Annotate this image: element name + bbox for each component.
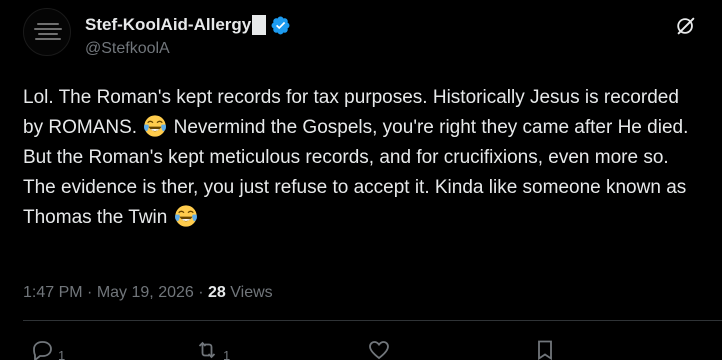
tweet-paragraph-1: Lol. The Roman's kept records for tax pu… xyxy=(23,83,703,173)
bookmark-icon xyxy=(538,340,552,360)
avatar[interactable] xyxy=(23,8,71,56)
repost-button[interactable]: 1 xyxy=(195,338,230,360)
views-count: 28 xyxy=(208,284,226,301)
heart-icon xyxy=(369,341,389,360)
reply-count: 1 xyxy=(58,348,66,360)
author-handle[interactable]: @StefkoolA xyxy=(85,40,170,58)
tweet-detail: Stef-KoolAid-Allergy @StefkoolA Lol. The… xyxy=(0,0,722,360)
tweet-time[interactable]: 1:47 PM xyxy=(23,284,83,301)
tweet-paragraph-2: The evidence is ther, you just refuse to… xyxy=(23,173,703,233)
avatar-scribble xyxy=(38,33,58,35)
face-with-tears-of-joy-icon xyxy=(144,115,167,137)
grok-icon[interactable] xyxy=(675,15,697,37)
views-label: Views xyxy=(230,284,273,301)
author-name-row: Stef-KoolAid-Allergy xyxy=(85,14,291,36)
reply-button[interactable]: 1 xyxy=(30,338,65,360)
divider xyxy=(23,320,722,321)
face-with-tears-of-joy-icon xyxy=(174,205,197,227)
tweet-text: Lol. The Roman's kept records for tax pu… xyxy=(23,83,703,233)
meta-separator: · xyxy=(87,284,93,301)
meta-separator: · xyxy=(198,284,204,301)
tweet-date[interactable]: May 19, 2026 xyxy=(97,284,194,301)
bookmark-button[interactable] xyxy=(533,338,557,360)
reply-icon xyxy=(33,341,52,360)
display-name[interactable]: Stef-KoolAid-Allergy xyxy=(85,15,251,35)
name-emoji-placeholder xyxy=(252,15,267,35)
repost-icon xyxy=(198,341,216,359)
avatar-scribble xyxy=(35,38,61,40)
like-button[interactable] xyxy=(367,338,391,360)
tweet-text-segment: The evidence is ther, you just refuse to… xyxy=(23,177,687,228)
avatar-scribble xyxy=(37,23,59,25)
verified-badge-icon[interactable] xyxy=(270,15,291,36)
avatar-scribble xyxy=(34,28,62,30)
repost-count: 1 xyxy=(223,348,231,360)
action-bar: 1 1 xyxy=(23,338,703,360)
tweet-meta: 1:47 PM · May 19, 2026 · 28 Views xyxy=(23,284,273,302)
